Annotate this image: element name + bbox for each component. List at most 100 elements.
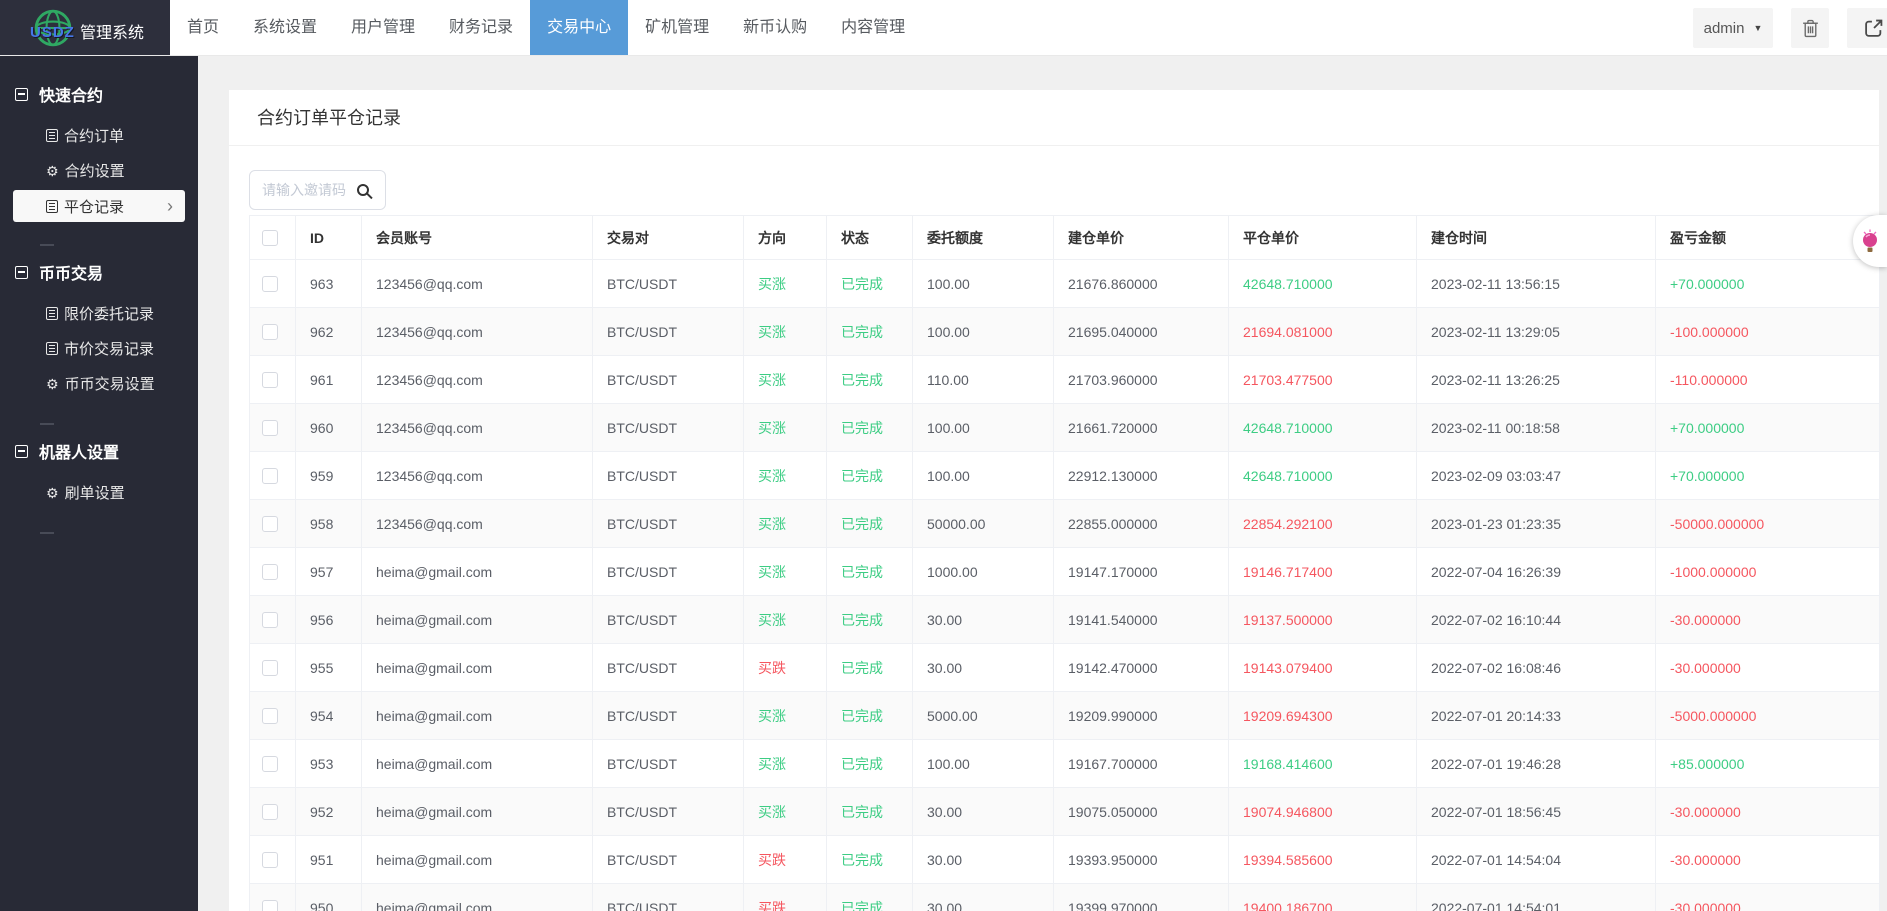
cell-open-time: 2022-07-01 14:54:04: [1416, 835, 1656, 884]
nav-item-2[interactable]: 系统设置: [236, 0, 334, 55]
column-header-status: 状态: [826, 215, 913, 260]
cell-status: 已完成: [826, 259, 913, 308]
row-checkbox[interactable]: [262, 612, 278, 629]
column-header-id: ID: [295, 215, 362, 260]
row-checkbox[interactable]: [262, 372, 278, 389]
sidebar-section-title: 币币交易: [39, 266, 104, 283]
cell-open-price: 19075.050000: [1053, 787, 1229, 836]
cell-account: heima@gmail.com: [361, 835, 593, 884]
sidebar-divider: [40, 423, 54, 425]
nav-item-label: 内容管理: [841, 19, 906, 36]
cell-status: 已完成: [826, 307, 913, 356]
nav-item-7[interactable]: 新币认购: [726, 0, 824, 55]
sidebar-section-title: 机器人设置: [39, 445, 120, 462]
sidebar-section-header[interactable]: 快速合约: [0, 78, 198, 110]
search-icon[interactable]: [357, 184, 369, 196]
cell-open-price: 19393.950000: [1053, 835, 1229, 884]
sidebar-divider: [40, 244, 54, 246]
sidebar-divider: [40, 532, 54, 534]
sidebar-section-header[interactable]: 币币交易: [0, 256, 198, 288]
column-header-account: 会员账号: [361, 215, 593, 260]
nav-item-label: 首页: [187, 19, 220, 36]
nav-item-5[interactable]: 交易中心: [530, 0, 629, 55]
row-checkbox[interactable]: [262, 852, 278, 869]
cell-pair: BTC/USDT: [592, 739, 744, 788]
cell-status: 已完成: [826, 883, 913, 911]
sidebar-item[interactable]: 平仓记录 ›: [13, 190, 185, 222]
user-name: admin: [1703, 19, 1745, 37]
cell-status: 已完成: [826, 499, 913, 548]
table-row: 955 heima@gmail.com BTC/USDT 买跌 已完成 30.0…: [249, 643, 1880, 692]
cell-status: 已完成: [826, 595, 913, 644]
trash-button[interactable]: [1791, 8, 1829, 48]
nav-item-1[interactable]: 首页: [170, 0, 236, 55]
cell-pnl: -110.000000: [1655, 355, 1880, 404]
cell-pnl: -30.000000: [1655, 595, 1880, 644]
user-menu-button[interactable]: admin ▼: [1693, 8, 1773, 48]
table-row: 959 123456@qq.com BTC/USDT 买涨 已完成 100.00…: [249, 451, 1880, 500]
cell-pair: BTC/USDT: [592, 691, 744, 740]
cell-amount: 30.00: [912, 643, 1054, 692]
sidebar-item[interactable]: ⚙ 币币交易设置 ›: [13, 366, 185, 401]
nav-item-label: 新币认购: [743, 19, 808, 36]
cell-id: 950: [295, 883, 362, 911]
sidebar-item[interactable]: ⚙ 刷单设置 ›: [13, 475, 185, 510]
sidebar-section-header[interactable]: 机器人设置: [0, 435, 198, 467]
cell-amount: 50000.00: [912, 499, 1054, 548]
cell-pair: BTC/USDT: [592, 595, 744, 644]
collapse-minus-icon: [15, 265, 28, 279]
row-checkbox[interactable]: [262, 708, 278, 725]
logout-button[interactable]: [1847, 8, 1887, 48]
sidebar-item[interactable]: 限价委托记录 ›: [13, 296, 185, 331]
sidebar-item-label: 刷单设置: [64, 485, 125, 502]
row-checkbox[interactable]: [262, 756, 278, 773]
nav-item-label: 交易中心: [547, 19, 612, 36]
sidebar-item[interactable]: 合约订单 ›: [13, 118, 185, 153]
search-input[interactable]: [250, 181, 357, 199]
gear-icon: ⚙: [46, 162, 59, 179]
sidebar: 快速合约 合约订单 › ⚙ 合约设置 › 平仓记录 › 币币交易: [0, 56, 198, 911]
cell-open-price: 19399.970000: [1053, 883, 1229, 911]
cell-id: 962: [295, 307, 362, 356]
main-nav: 首页 系统设置 用户管理 财务记录 交易中心 矿机管理 新币认购 内容管理: [170, 0, 922, 55]
row-checkbox[interactable]: [262, 276, 278, 293]
cell-amount: 100.00: [912, 307, 1054, 356]
cell-pnl: +70.000000: [1655, 259, 1880, 308]
nav-item-3[interactable]: 用户管理: [334, 0, 432, 55]
cell-id: 963: [295, 259, 362, 308]
row-checkbox[interactable]: [262, 468, 278, 485]
row-checkbox[interactable]: [262, 564, 278, 581]
table-row: 958 123456@qq.com BTC/USDT 买涨 已完成 50000.…: [249, 499, 1880, 548]
caret-down-icon: ▼: [1753, 23, 1763, 33]
cell-close-price: 19146.717400: [1228, 547, 1417, 596]
sidebar-section-items: 合约订单 › ⚙ 合约设置 › 平仓记录 ›: [0, 118, 198, 222]
row-checkbox[interactable]: [262, 516, 278, 533]
cell-account: heima@gmail.com: [361, 595, 593, 644]
table-row: 956 heima@gmail.com BTC/USDT 买涨 已完成 30.0…: [249, 595, 1880, 644]
row-checkbox[interactable]: [262, 900, 278, 911]
sidebar-item-label: 平仓记录: [64, 198, 125, 216]
row-checkbox[interactable]: [262, 804, 278, 821]
cell-pnl: -30.000000: [1655, 835, 1880, 884]
cell-direction: 买涨: [743, 787, 827, 836]
sidebar-section: 机器人设置 ⚙ 刷单设置 ›: [0, 435, 198, 534]
row-checkbox[interactable]: [262, 660, 278, 677]
cell-direction: 买涨: [743, 307, 827, 356]
cell-pair: BTC/USDT: [592, 787, 744, 836]
nav-item-6[interactable]: 矿机管理: [628, 0, 726, 55]
row-checkbox[interactable]: [262, 324, 278, 341]
nav-item-4[interactable]: 财务记录: [432, 0, 530, 55]
cell-amount: 1000.00: [912, 547, 1054, 596]
cell-status: 已完成: [826, 547, 913, 596]
row-checkbox[interactable]: [262, 420, 278, 437]
sidebar-item[interactable]: 市价交易记录 ›: [13, 331, 185, 366]
column-header-close-price: 平仓单价: [1228, 215, 1417, 260]
cell-pair: BTC/USDT: [592, 403, 744, 452]
list-icon: [46, 307, 58, 320]
sidebar-item[interactable]: ⚙ 合约设置 ›: [13, 153, 185, 188]
list-icon: [46, 342, 58, 355]
table-row: 961 123456@qq.com BTC/USDT 买涨 已完成 110.00…: [249, 355, 1880, 404]
cell-open-price: 19167.700000: [1053, 739, 1229, 788]
select-all-checkbox[interactable]: [262, 230, 278, 247]
nav-item-8[interactable]: 内容管理: [824, 0, 922, 55]
